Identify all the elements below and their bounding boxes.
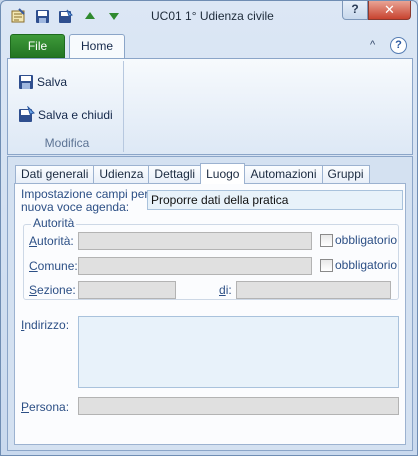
autorita-label: Autorità: <box>29 234 74 248</box>
close-button[interactable]: ✕ <box>368 1 411 20</box>
form-tabs: Dati generali Udienza Dettagli Luogo Aut… <box>15 163 370 184</box>
indirizzo-label: Indirizzo: <box>21 318 70 332</box>
sezione-label: Sezione: <box>29 283 76 297</box>
title-bar: UC01 1° Udienza civile ? ✕ <box>1 1 417 31</box>
tab-gruppi[interactable]: Gruppi <box>321 165 370 184</box>
di-label: di: <box>219 283 232 297</box>
tab-file[interactable]: File <box>10 34 65 58</box>
luogo-panel: Impostazione campi per nuova voce agenda… <box>14 183 406 445</box>
tab-udienza[interactable]: Udienza <box>93 165 150 184</box>
checkbox-box[interactable] <box>320 233 333 247</box>
window-controls: ? ✕ <box>342 1 411 20</box>
ribbon-group-modifica: Salva Salva e chiudi Modifica <box>10 61 124 152</box>
tab-dettagli[interactable]: Dettagli <box>148 165 202 184</box>
ribbon-panel: Salva Salva e chiudi Modifica <box>7 58 413 155</box>
form-area: Dati generali Udienza Dettagli Luogo Aut… <box>7 156 413 451</box>
obbligatorio-label: obbligatorio <box>335 233 398 247</box>
ribbon-group-label: Modifica <box>44 136 90 150</box>
quick-access-toolbar <box>9 7 123 25</box>
persona-label: Persona: <box>21 400 70 414</box>
tab-automazioni[interactable]: Automazioni <box>244 165 323 184</box>
app-icon[interactable] <box>9 7 27 25</box>
checkbox-box[interactable] <box>320 258 333 272</box>
save-label: Salva <box>37 75 68 89</box>
obbligatorio-label: obbligatorio <box>335 258 398 272</box>
comune-label: Comune: <box>29 259 78 273</box>
previous-icon[interactable] <box>81 7 99 25</box>
agenda-label-line1: Impostazione campi per <box>21 187 149 201</box>
next-icon[interactable] <box>105 7 123 25</box>
save-icon[interactable] <box>33 7 51 25</box>
save-button[interactable]: Salva <box>18 74 67 90</box>
app-window: UC01 1° Udienza civile ? ✕ File Home ^ ?… <box>0 0 418 456</box>
save-close-button[interactable]: Salva e chiudi <box>18 106 113 123</box>
persona-input[interactable] <box>78 397 399 415</box>
help-button[interactable]: ? <box>342 1 368 20</box>
window-title: UC01 1° Udienza civile <box>151 9 274 23</box>
indirizzo-textarea[interactable] <box>78 316 399 388</box>
save-close-icon <box>19 106 35 122</box>
save-icon <box>19 75 33 89</box>
di-input[interactable] <box>236 281 391 299</box>
save-close-label: Salva e chiudi <box>38 107 113 122</box>
ribbon-tabs: File Home <box>10 34 125 59</box>
autorita-input[interactable] <box>78 232 312 250</box>
tab-luogo[interactable]: Luogo <box>200 163 246 184</box>
tab-dati-generali[interactable]: Dati generali <box>15 165 95 184</box>
comune-obbligatorio-checkbox[interactable]: obbligatorio <box>320 258 397 272</box>
ribbon-minimize-icon[interactable]: ^ <box>370 39 375 51</box>
comune-input[interactable] <box>78 257 312 275</box>
agenda-label-line2: nuova voce agenda: <box>21 200 130 214</box>
save-close-icon[interactable] <box>57 7 75 25</box>
sezione-input[interactable] <box>78 281 176 299</box>
autorita-obbligatorio-checkbox[interactable]: obbligatorio <box>320 233 397 247</box>
autorita-group-title: Autorità <box>31 216 77 230</box>
agenda-dropdown[interactable]: Proporre dati della pratica <box>147 190 403 210</box>
tab-home[interactable]: Home <box>69 34 125 59</box>
ribbon-help-icon[interactable]: ? <box>390 37 407 54</box>
